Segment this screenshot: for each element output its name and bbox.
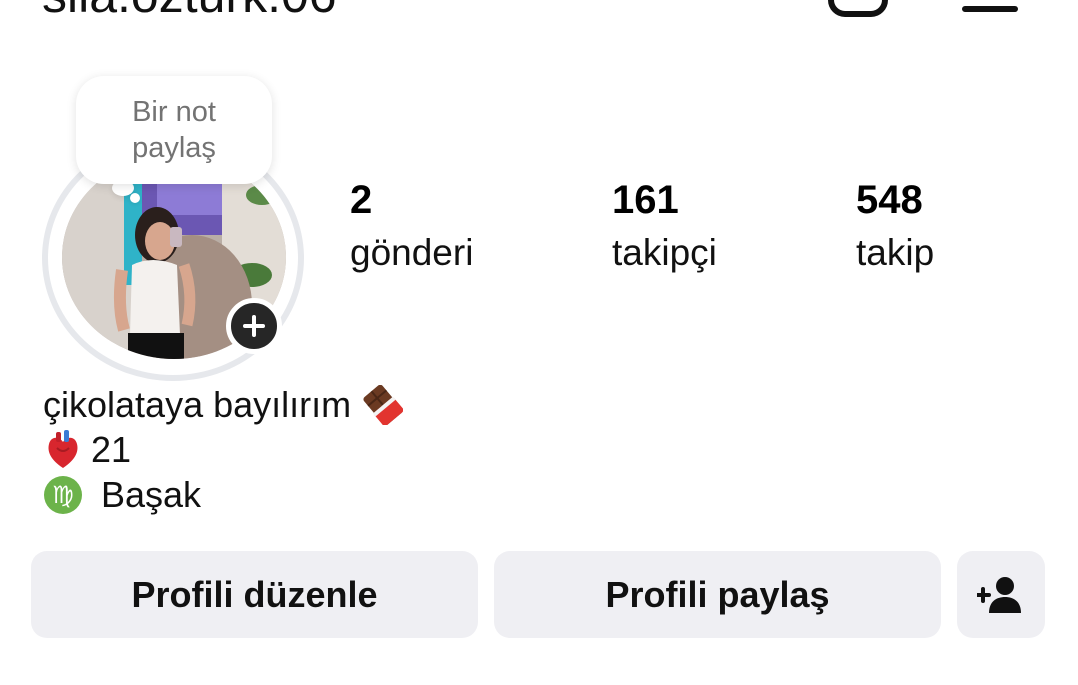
bio-line-2-text: 21 <box>91 429 132 470</box>
edit-profile-label: Profili düzenle <box>131 573 378 615</box>
bio-line-3: ♍ Başak <box>43 472 403 517</box>
note-bubble-tail-dot <box>130 193 140 203</box>
bio-line-3-text: Başak <box>101 474 202 515</box>
stat-posts[interactable]: 2 gönderi <box>350 178 473 278</box>
followers-count: 161 <box>612 178 679 222</box>
anatomical-heart-icon <box>48 429 78 468</box>
stat-followers[interactable]: 161 takipçi <box>612 178 717 278</box>
posts-label: gönderi <box>350 232 474 273</box>
bio-line-2: 21 <box>43 427 403 472</box>
following-label: takip <box>856 232 935 273</box>
stat-following[interactable]: 548 takip <box>856 178 934 278</box>
hamburger-menu-icon[interactable] <box>962 0 1018 14</box>
profile-username[interactable]: sila.ozturk.06 <box>42 0 337 24</box>
svg-text:♍: ♍ <box>52 481 74 509</box>
virgo-icon: ♍ <box>44 475 82 514</box>
chocolate-bar-icon <box>363 384 404 425</box>
note-placeholder: Bir not paylaş <box>132 96 216 164</box>
bio-line-1: çikolataya bayılırım <box>43 382 404 427</box>
followers-label: takipçi <box>612 232 717 273</box>
profile-bio: çikolataya bayılırım 21 ♍ Başak <box>43 382 404 517</box>
note-bubble[interactable]: Bir not paylaş <box>76 76 272 184</box>
plus-square-icon[interactable] <box>828 0 888 18</box>
share-profile-label: Profili paylaş <box>605 573 830 615</box>
following-count: 548 <box>856 178 923 222</box>
plus-icon <box>243 315 265 337</box>
share-profile-button[interactable]: Profili paylaş <box>494 551 941 638</box>
discover-people-button[interactable] <box>957 551 1045 638</box>
bio-line-1-text: çikolataya bayılırım <box>43 384 352 425</box>
add-story-button[interactable] <box>226 298 282 354</box>
posts-count: 2 <box>350 178 373 222</box>
add-person-icon <box>977 576 1021 613</box>
edit-profile-button[interactable]: Profili düzenle <box>31 551 478 638</box>
